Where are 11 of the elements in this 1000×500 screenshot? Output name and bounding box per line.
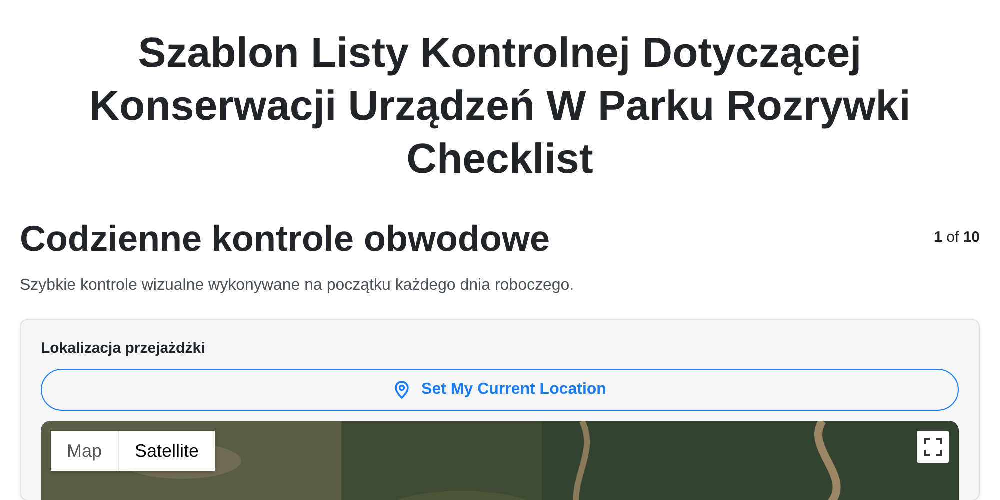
map-type-tab[interactable]: Satellite <box>118 431 216 471</box>
field-label: Lokalizacja przejażdżki <box>41 340 206 357</box>
map-type-tab[interactable]: Map <box>51 431 118 471</box>
section-heading: Codzienne kontrole obwodowe <box>20 217 550 261</box>
page-title: Szablon Listy Kontrolnej Dotyczącej Konserwacji Urządzeń W Parku Rozrywki Checklist <box>88 28 912 184</box>
map-pin-icon <box>394 381 410 399</box>
set-location-button[interactable]: Set My Current Location <box>41 369 959 411</box>
fullscreen-icon <box>924 438 942 456</box>
fullscreen-button[interactable] <box>917 431 949 463</box>
page-counter: 1 of 10 <box>934 229 980 246</box>
section-description: Szybkie kontrole wizualne wykonywane na początku każdego dnia roboczego. <box>20 277 576 295</box>
